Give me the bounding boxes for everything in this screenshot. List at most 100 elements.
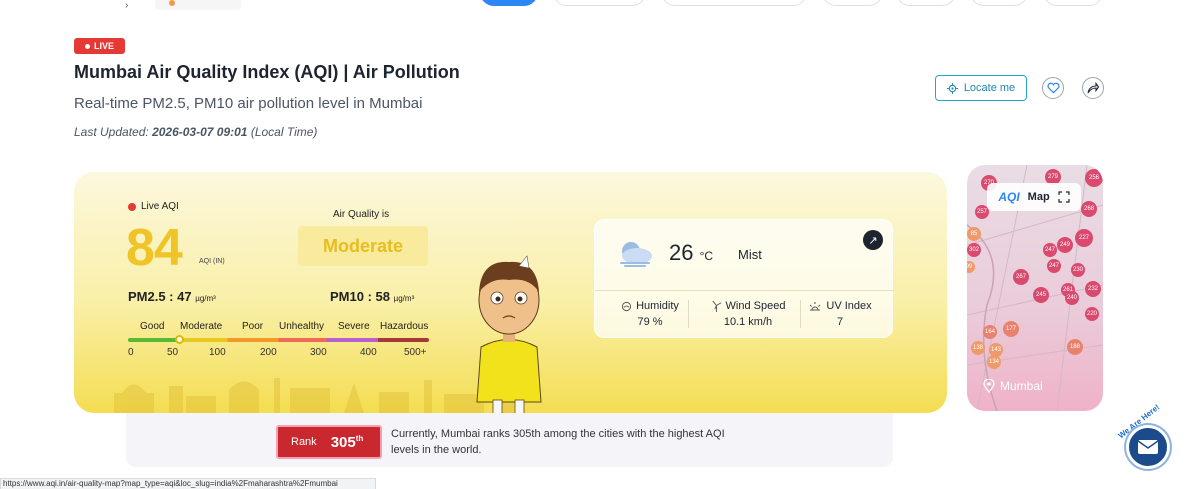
- scale-label: Moderate: [180, 321, 223, 332]
- live-aqi-text: Live AQI: [141, 201, 179, 212]
- scale-number: 500+: [404, 347, 427, 358]
- map-aqi-marker[interactable]: 256: [1085, 169, 1103, 187]
- favorite-button[interactable]: [1042, 77, 1064, 99]
- wind-turbine-icon: [712, 300, 721, 312]
- rank-badge: Rank 305th: [276, 425, 382, 459]
- nav-tab-active[interactable]: [480, 0, 538, 6]
- weather-card: 26 °C Mist ↗ Humidity 79 % Wind Speed 10…: [594, 219, 894, 338]
- boy-character-illustration: [476, 255, 542, 413]
- locate-me-label: Locate me: [963, 82, 1016, 94]
- nav-arrow-icon[interactable]: ›: [125, 0, 128, 11]
- map-aqi-marker[interactable]: 227: [1075, 229, 1093, 247]
- humidity-icon: [622, 301, 632, 311]
- temperature: 26 °C: [669, 240, 713, 266]
- map-aqi-marker[interactable]: 247: [1043, 243, 1057, 257]
- top-navigation: ›: [0, 0, 1200, 11]
- city-skyline-illustration: [114, 378, 514, 413]
- nav-tab[interactable]: [822, 0, 883, 6]
- scale-label: Severe: [338, 321, 370, 332]
- aqi-unit: AQI (IN): [199, 258, 225, 265]
- status-bar-url: https://www.aqi.in/air-quality-map?map_t…: [0, 478, 376, 489]
- nav-tab[interactable]: [896, 0, 956, 6]
- map-aqi-marker[interactable]: 134: [987, 355, 1001, 369]
- page-title: Mumbai Air Quality Index (AQI) | Air Pol…: [74, 62, 460, 82]
- weather-separator: [688, 300, 689, 328]
- map-aqi-marker[interactable]: 188: [1067, 339, 1083, 355]
- air-quality-is-label: Air Quality is: [333, 209, 390, 220]
- aqi-scale-bar: [128, 338, 429, 342]
- weather-details-button[interactable]: ↗: [863, 230, 883, 250]
- map-aqi-marker[interactable]: 220: [1085, 307, 1099, 321]
- sun-horizon-icon: [810, 301, 821, 310]
- share-button[interactable]: [1082, 77, 1104, 99]
- map-aqi-marker[interactable]: 164: [983, 325, 997, 339]
- map-aqi-marker[interactable]: 232: [1085, 281, 1101, 297]
- scale-number: 50: [167, 347, 179, 358]
- map-aqi-marker[interactable]: 247: [1047, 259, 1061, 273]
- aqi-status: Moderate: [298, 226, 428, 266]
- humidity-value: 79 %: [637, 316, 663, 328]
- map-aqi-marker[interactable]: 85: [967, 227, 981, 241]
- map-aqi-marker[interactable]: 245: [1033, 287, 1049, 303]
- weather-divider: [595, 290, 894, 291]
- arrow-up-right-icon: ↗: [868, 234, 878, 247]
- scale-label: Good: [140, 321, 165, 332]
- contact-chat-button[interactable]: [1126, 425, 1170, 469]
- uv-index-value: 7: [836, 316, 844, 328]
- last-updated-suffix: (Local Time): [250, 125, 318, 139]
- map-aqi-marker[interactable]: 240: [1065, 291, 1079, 305]
- pm10-value: 58: [375, 289, 390, 304]
- map-aqi-marker[interactable]: 249: [1057, 237, 1073, 253]
- humidity-stat: Humidity 79 %: [600, 300, 700, 328]
- pm10-unit: µg/m³: [393, 294, 415, 303]
- live-dot-icon: [84, 43, 90, 49]
- nav-tab[interactable]: [553, 0, 646, 6]
- pm25-reading: PM2.5 : 47 µg/m³: [128, 289, 216, 304]
- scale-number: 200: [260, 347, 277, 358]
- nav-tab[interactable]: [970, 0, 1028, 6]
- map-aqi-marker[interactable]: 302: [967, 243, 981, 257]
- rank-label: Rank: [291, 436, 317, 448]
- aqi-card: Live AQI 84 AQI (IN) Air Quality is Mode…: [74, 172, 947, 413]
- map-aqi-marker[interactable]: 268: [1081, 201, 1097, 217]
- pm10-label: PM10 :: [330, 289, 372, 304]
- map-aqi-marker[interactable]: 267: [1013, 269, 1029, 285]
- wind-speed-stat: Wind Speed 10.1 km/h: [698, 300, 798, 328]
- rank-description: Currently, Mumbai ranks 305th among the …: [391, 428, 725, 456]
- scale-number: 100: [209, 347, 226, 358]
- aqi-value: 84: [126, 219, 183, 277]
- crosshair-icon: [946, 82, 958, 94]
- locate-me-button[interactable]: Locate me: [935, 75, 1027, 101]
- live-badge: LIVE: [74, 38, 125, 54]
- heart-icon: [1046, 82, 1060, 94]
- map-aqi-marker[interactable]: 177: [1003, 321, 1019, 337]
- map-preview-card[interactable]: 2792562702572683022272492472472302672452…: [967, 165, 1103, 411]
- wind-speed-value: 10.1 km/h: [723, 316, 773, 328]
- map-header[interactable]: AQI Map: [987, 183, 1081, 211]
- mail-icon: [1137, 440, 1159, 454]
- expand-icon: [1058, 191, 1070, 203]
- site-logo[interactable]: [155, 0, 241, 10]
- map-aqi-marker[interactable]: 230: [1071, 263, 1085, 277]
- rank-value-wrapper: 305th: [331, 434, 364, 451]
- logo-mark-icon: [169, 0, 175, 6]
- rank-value: 305: [330, 433, 356, 451]
- map-location: Mumbai: [983, 379, 1043, 393]
- scale-number: 300: [310, 347, 327, 358]
- nav-tab[interactable]: [661, 0, 807, 6]
- last-updated-value: 2026-03-07 09:01: [152, 125, 248, 139]
- scale-number: 0: [128, 347, 134, 358]
- pm25-value: 47: [177, 289, 192, 304]
- temperature-value: 26: [669, 240, 694, 265]
- live-aqi-label: Live AQI: [128, 201, 179, 212]
- scale-label: Poor: [242, 321, 264, 332]
- uv-index-stat: UV Index 7: [790, 300, 890, 328]
- last-updated: Last Updated: 2026-03-07 09:01 (Local Ti…: [74, 125, 317, 139]
- scale-label: Hazardous: [380, 321, 429, 332]
- weather-condition: Mist: [738, 247, 762, 262]
- nav-tab[interactable]: [1043, 0, 1103, 6]
- map-aqi-marker[interactable]: 138: [971, 341, 985, 355]
- mist-cloud-icon: [620, 242, 652, 267]
- rank-section: Rank 305th Currently, Mumbai ranks 305th…: [126, 413, 893, 467]
- live-indicator-icon: [128, 202, 136, 211]
